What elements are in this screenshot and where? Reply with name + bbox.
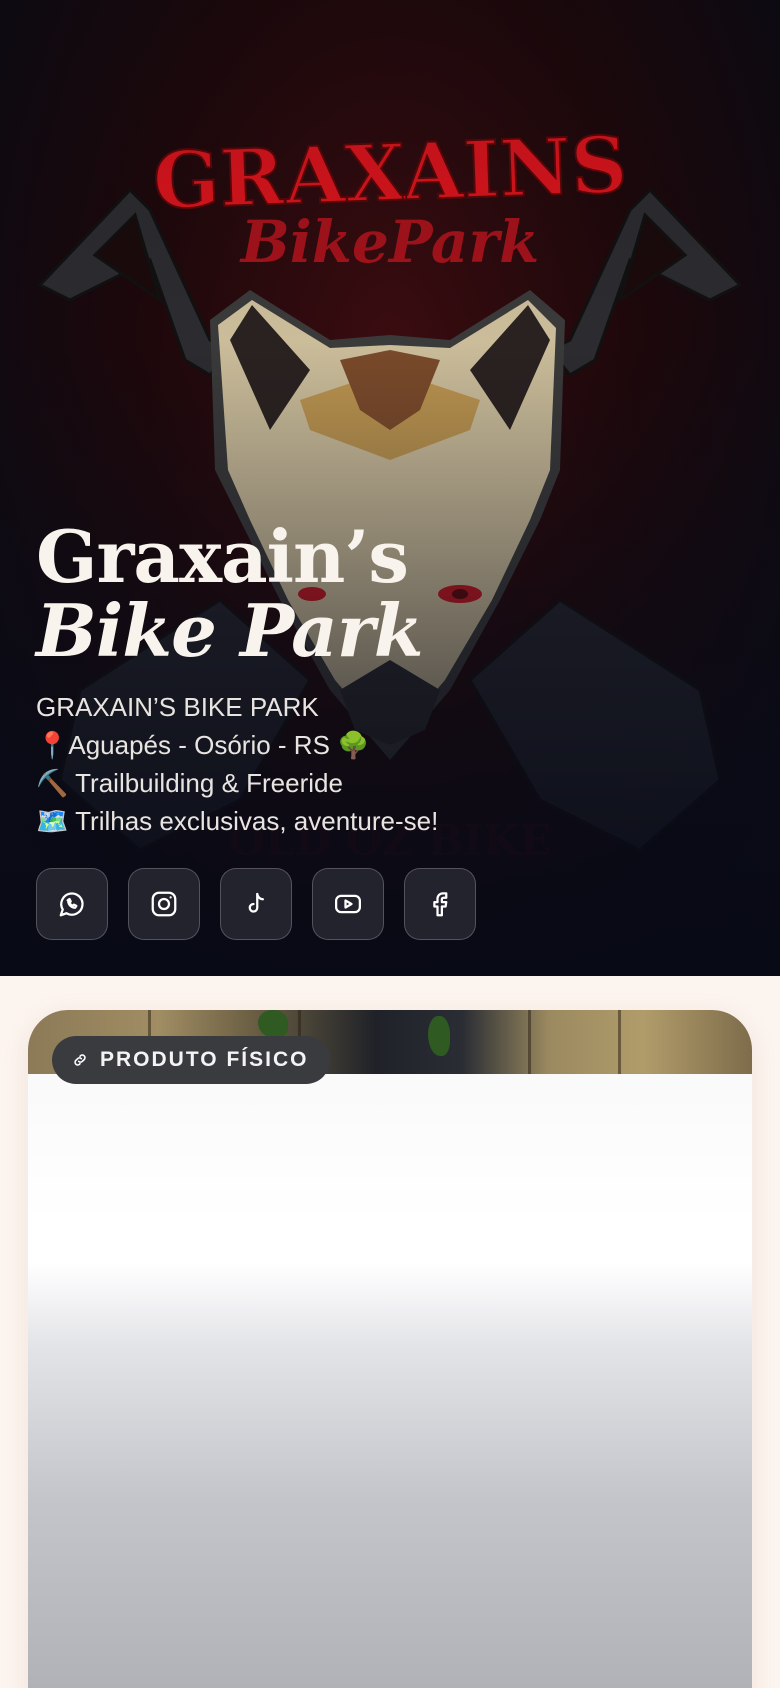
- bio-line: GRAXAIN’S BIKE PARK: [36, 692, 319, 722]
- facebook-button[interactable]: [404, 868, 476, 940]
- youtube-button[interactable]: [312, 868, 384, 940]
- product-card[interactable]: PRODUTO FÍSICO: [28, 1010, 752, 1688]
- bio-line: 📍Aguapés - Osório - RS 🌳: [36, 730, 370, 760]
- bio: GRAXAIN’S BIKE PARK 📍Aguapés - Osório - …: [36, 688, 438, 840]
- title-line-1: Graxain’s: [36, 514, 409, 599]
- product-type-badge: PRODUTO FÍSICO: [52, 1036, 331, 1084]
- title-line-2: Bike Park: [36, 588, 424, 673]
- youtube-icon: [335, 894, 361, 914]
- bio-line: ⛏️ Trailbuilding & Freeride: [36, 768, 343, 798]
- profile-header: OLD OZ BIKE GRAXAINS BikePark G: [0, 0, 780, 976]
- instagram-icon: [151, 891, 177, 917]
- instagram-button[interactable]: [128, 868, 200, 940]
- facebook-icon: [433, 892, 448, 917]
- whatsapp-button[interactable]: [36, 868, 108, 940]
- link-icon: [74, 1054, 86, 1066]
- tiktok-icon: [248, 892, 264, 913]
- tiktok-button[interactable]: [220, 868, 292, 940]
- page-title: Graxain’s Bike Park: [36, 514, 424, 673]
- bio-line: 🗺️ Trilhas exclusivas, aventure-se!: [36, 806, 439, 836]
- whatsapp-icon: [59, 892, 84, 917]
- badge-label: PRODUTO FÍSICO: [100, 1048, 309, 1071]
- social-links: [36, 868, 476, 940]
